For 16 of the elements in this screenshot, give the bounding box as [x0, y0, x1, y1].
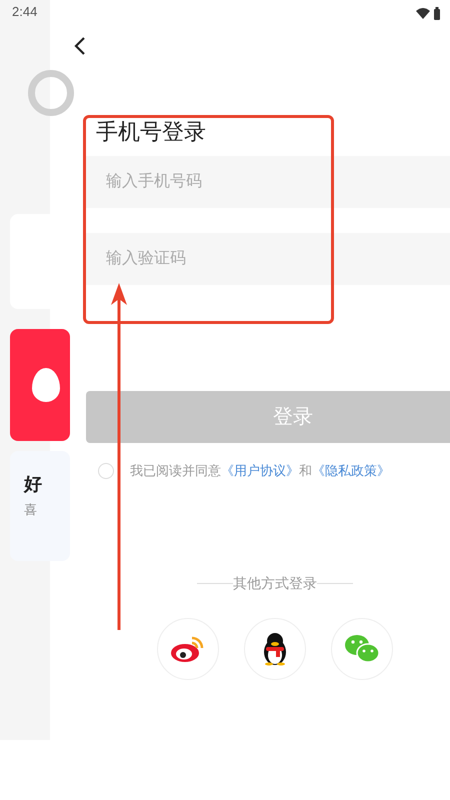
page-title: 手机号登录 [96, 118, 207, 146]
card-subtitle: 喜 [24, 502, 38, 516]
card-title: 好 [24, 474, 43, 492]
agreement-text: 我已阅读并同意《用户协议》和《隐私政策》 [130, 462, 390, 480]
phone-field[interactable]: 输入手机号码 [86, 156, 450, 208]
code-field[interactable]: 输入验证码 [86, 233, 450, 285]
policy-link[interactable]: 《用户协议》 [221, 463, 299, 478]
status-time: 2:44 [11, 3, 38, 21]
wifi-icon [416, 8, 430, 18]
other-methods-label: 其他方式登录 [233, 574, 317, 592]
agreement-radio[interactable] [98, 462, 114, 479]
battery-icon [434, 6, 440, 20]
policy-link[interactable]: 《隐私政策》 [312, 463, 390, 478]
back-icon [74, 36, 86, 56]
chat-bubbles-icon [344, 634, 380, 664]
login-option-button[interactable] [244, 618, 306, 680]
